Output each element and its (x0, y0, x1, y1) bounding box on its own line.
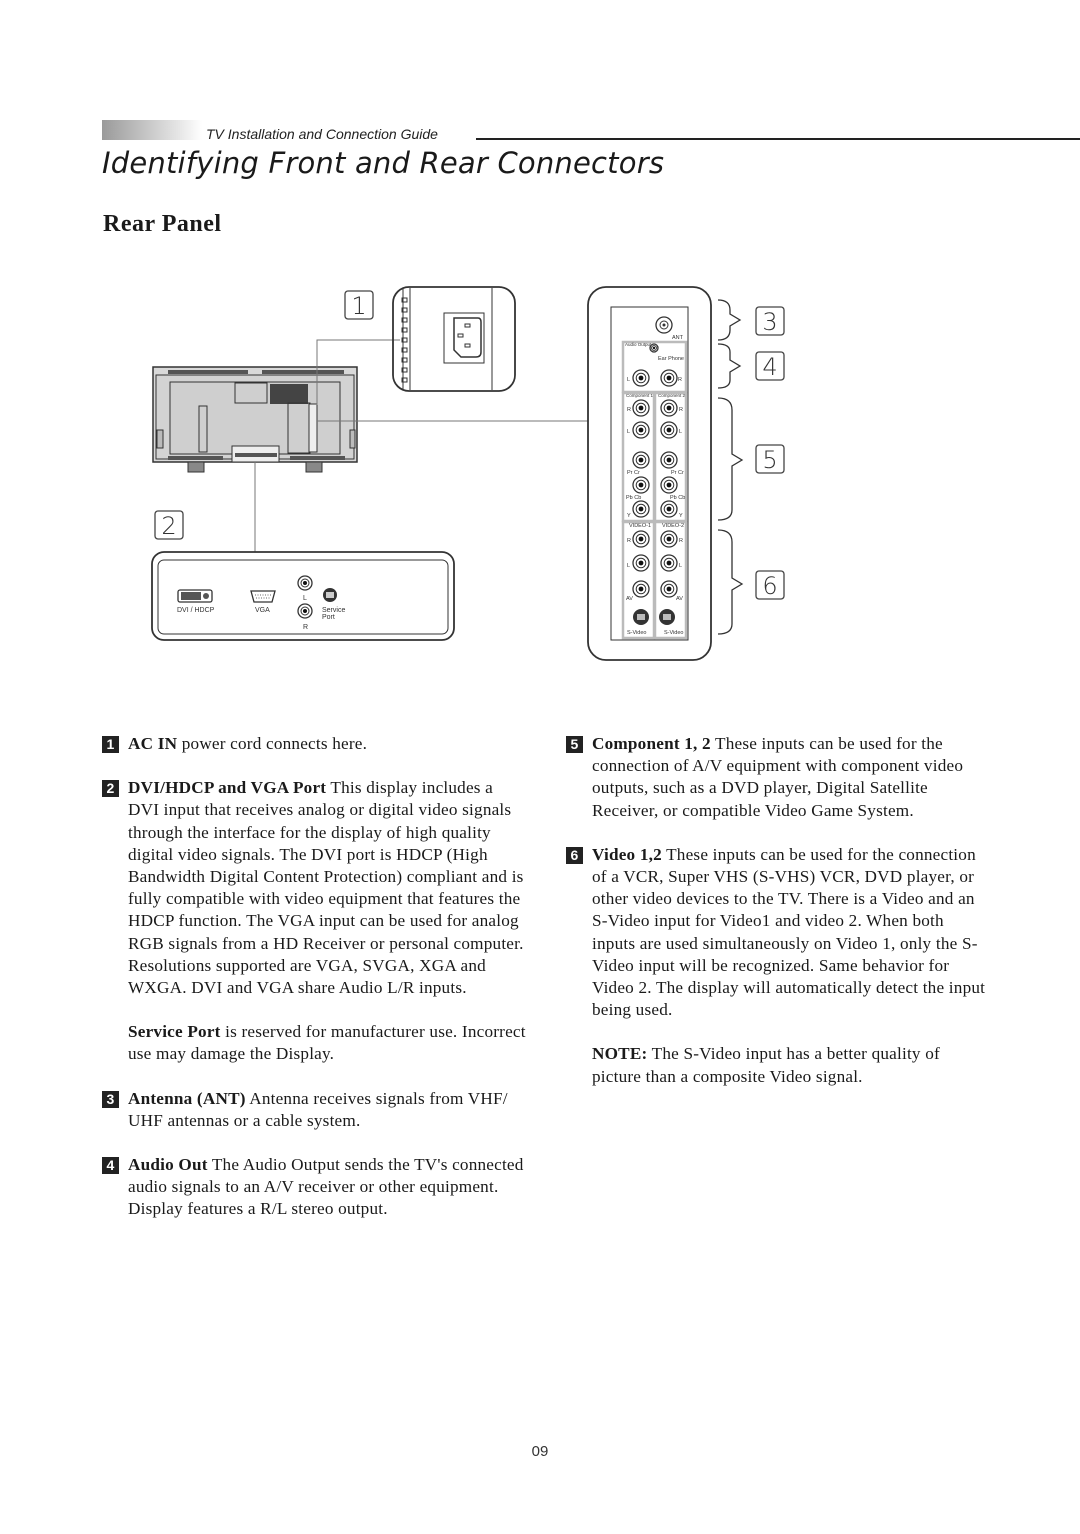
label-video2-av: AV (676, 596, 683, 602)
number-badge-4: 4 (102, 1157, 119, 1175)
rca-jack-icon (632, 500, 650, 518)
rca-jack-icon (632, 530, 650, 548)
item-lead: Component 1, 2 (592, 734, 711, 753)
label-video2-l: L (679, 563, 682, 569)
audio-r-jack-icon (297, 603, 313, 619)
item-audio-out: 4 Audio Out The Audio Output sends the TV… (102, 1154, 527, 1221)
label-vga: VGA (255, 607, 270, 614)
side-connector-panel: ANT Audio Output Ear Phone L R Component… (587, 286, 712, 661)
label-comp1-l: L (627, 429, 630, 435)
item-note: NOTE: The S-Video input has a better qua… (566, 1043, 991, 1087)
item-lead: DVI/HDCP and VGA Port (128, 778, 327, 798)
service-port-icon (323, 588, 337, 602)
callout-5: 5 (762, 446, 777, 474)
label-component-2: Component 2 (658, 393, 686, 398)
label-comp2-pr: Pr Cr (671, 470, 684, 476)
item-text: These inputs can be used for the connect… (592, 844, 986, 1020)
label-video1-r: R (627, 538, 631, 544)
number-badge-3: 3 (102, 1090, 119, 1108)
left-column: 1 AC IN power cord connects here. 2 DVI/HD… (102, 733, 527, 1243)
item-lead: Video 1,2 (592, 844, 662, 864)
rca-jack-icon (660, 399, 678, 417)
label-comp1-pr: Pr Cr (627, 470, 640, 476)
rca-jack-icon (632, 451, 650, 469)
callout-6: 6 (762, 572, 777, 600)
label-comp1-y: Y (627, 513, 631, 519)
callout-4: 4 (762, 353, 777, 381)
number-badge-6: 6 (566, 846, 583, 864)
label-comp2-l: L (679, 429, 682, 435)
item-lead: Antenna (ANT) (128, 1088, 246, 1108)
dvi-port-icon (177, 589, 213, 603)
antenna-jack-icon (655, 316, 673, 334)
item-component: 5 Component 1, 2 These inputs can be used… (566, 733, 991, 822)
audio-l-jack-icon (297, 575, 313, 591)
label-audio-l: L (303, 595, 307, 602)
number-badge-2: 2 (102, 780, 119, 798)
label-comp2-r: R (679, 407, 683, 413)
label-video-2: VIDEO-2 (662, 523, 684, 529)
label-comp2-y: Y (679, 513, 683, 519)
label-video-1: VIDEO-1 (629, 523, 651, 529)
rear-panel-diagram: 1 2 3 4 5 6 DVI / HDCP VGA L R Service P… (151, 286, 785, 661)
rca-jack-icon (632, 476, 650, 494)
label-audio-out-l: L (627, 377, 630, 383)
rca-jack-icon (660, 530, 678, 548)
bottom-connector-panel: DVI / HDCP VGA L R Service Port (151, 551, 455, 641)
rca-jack-icon (660, 500, 678, 518)
rca-jack-icon (632, 369, 650, 387)
label-service: Service (322, 607, 345, 614)
rca-jack-icon (660, 580, 678, 598)
rca-jack-icon (632, 554, 650, 572)
rca-jack-icon (632, 421, 650, 439)
item-lead: Audio Out (128, 1155, 208, 1175)
label-port: Port (322, 614, 335, 621)
label-svideo-1: S-Video (627, 630, 646, 636)
vga-port-icon (250, 590, 276, 603)
rca-jack-icon (660, 554, 678, 572)
group-braces (717, 299, 744, 635)
item-text: power cord connects here. (177, 734, 368, 753)
rca-jack-icon (660, 421, 678, 439)
callout-1: 1 (351, 292, 366, 320)
label-dvi-hdcp: DVI / HDCP (177, 607, 215, 614)
label-comp1-pb: Pb Cb (626, 495, 641, 501)
label-comp1-r: R (627, 407, 631, 413)
rca-jack-icon (660, 476, 678, 494)
number-badge-5: 5 (566, 736, 583, 753)
label-audio-output: Audio Output (625, 342, 652, 347)
number-badge-1: 1 (102, 736, 119, 753)
item-service-port: Service Port is reserved for manufacture… (102, 1021, 527, 1065)
item-text: This display includes a DVI input that r… (128, 778, 524, 998)
callout-2: 2 (161, 512, 176, 540)
label-video2-r: R (679, 538, 683, 544)
tv-rear-illustration (152, 366, 358, 473)
item-lead: NOTE: (592, 1044, 648, 1064)
rca-jack-icon (632, 399, 650, 417)
item-lead: Service Port (128, 1022, 221, 1042)
label-video1-l: L (627, 563, 630, 569)
right-column: 5 Component 1, 2 These inputs can be used… (566, 733, 991, 1110)
rca-jack-icon (632, 580, 650, 598)
label-comp2-pb: Pb Cb (670, 495, 685, 501)
page-number: 09 (531, 1443, 549, 1460)
label-ant: ANT (672, 335, 684, 341)
callout-3: 3 (762, 308, 777, 336)
item-dvi-vga: 2 DVI/HDCP and VGA Port This display incl… (102, 777, 527, 999)
label-svideo-2: S-Video (664, 630, 683, 636)
label-video1-av: AV (626, 596, 633, 602)
rca-jack-icon (660, 369, 678, 387)
item-antenna: 3 Antenna (ANT) Antenna receives signals … (102, 1088, 527, 1132)
label-component-1: Component 1 (626, 393, 654, 398)
ac-in-detail (392, 286, 516, 392)
label-ear-phone: Ear Phone (658, 356, 684, 362)
item-lead: AC IN (128, 734, 178, 753)
rca-jack-icon (660, 451, 678, 469)
item-ac-in: 1 AC IN power cord connects here. (102, 733, 527, 755)
item-video: 6 Video 1,2 These inputs can be used for … (566, 844, 991, 1022)
label-audio-out-r: R (678, 377, 682, 383)
label-audio-r: R (303, 624, 308, 631)
